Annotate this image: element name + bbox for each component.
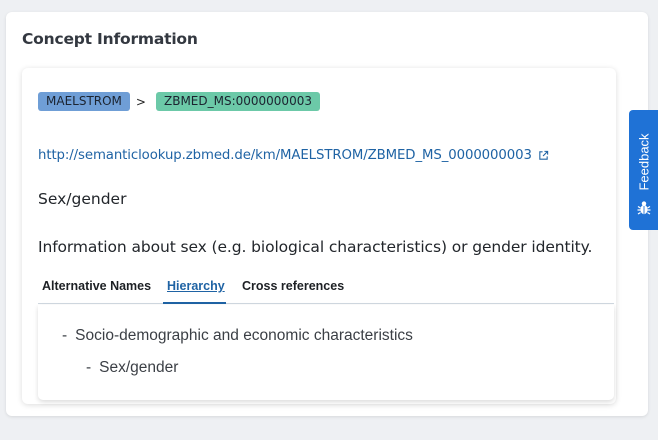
feedback-label: Feedback <box>636 133 651 191</box>
tab-bar: Alternative Names Hierarchy Cross refere… <box>38 276 614 304</box>
breadcrumb-separator: > <box>135 94 146 109</box>
hierarchy-tree: - Socio-demographic and economic characte… <box>38 305 614 400</box>
tree-item-marker: - <box>62 327 68 344</box>
iri-row: http://semanticlookup.zbmed.de/km/MAELST… <box>38 148 549 163</box>
tree-item-marker: - <box>86 359 92 376</box>
external-link-icon[interactable] <box>538 150 549 161</box>
iri-link[interactable]: http://semanticlookup.zbmed.de/km/MAELST… <box>38 148 532 163</box>
bug-icon <box>637 201 651 215</box>
term-id-badge[interactable]: ZBMED_MS:0000000003 <box>155 92 320 111</box>
tab-alternative-names[interactable]: Alternative Names <box>42 279 151 293</box>
tree-item[interactable]: - Sex/gender <box>86 359 178 377</box>
panel-title: Concept Information <box>22 30 198 48</box>
tab-hierarchy[interactable]: Hierarchy <box>167 279 225 293</box>
tab-cross-references[interactable]: Cross references <box>242 279 344 293</box>
source-badge[interactable]: MAELSTROM <box>38 92 130 111</box>
concept-card: MAELSTROM > ZBMED_MS:0000000003 http://s… <box>22 68 616 404</box>
concept-description: Information about sex (e.g. biological c… <box>38 238 593 256</box>
tree-item[interactable]: - Socio-demographic and economic characte… <box>62 327 413 345</box>
feedback-button[interactable]: Feedback <box>629 110 658 230</box>
tree-item-label: Socio-demographic and economic character… <box>75 327 413 344</box>
breadcrumb: MAELSTROM > ZBMED_MS:0000000003 <box>38 92 320 111</box>
concept-information-panel: Concept Information MAELSTROM > ZBMED_MS… <box>6 12 648 416</box>
active-tab-indicator <box>163 302 226 304</box>
tree-item-label: Sex/gender <box>99 359 179 376</box>
concept-label: Sex/gender <box>38 190 127 208</box>
